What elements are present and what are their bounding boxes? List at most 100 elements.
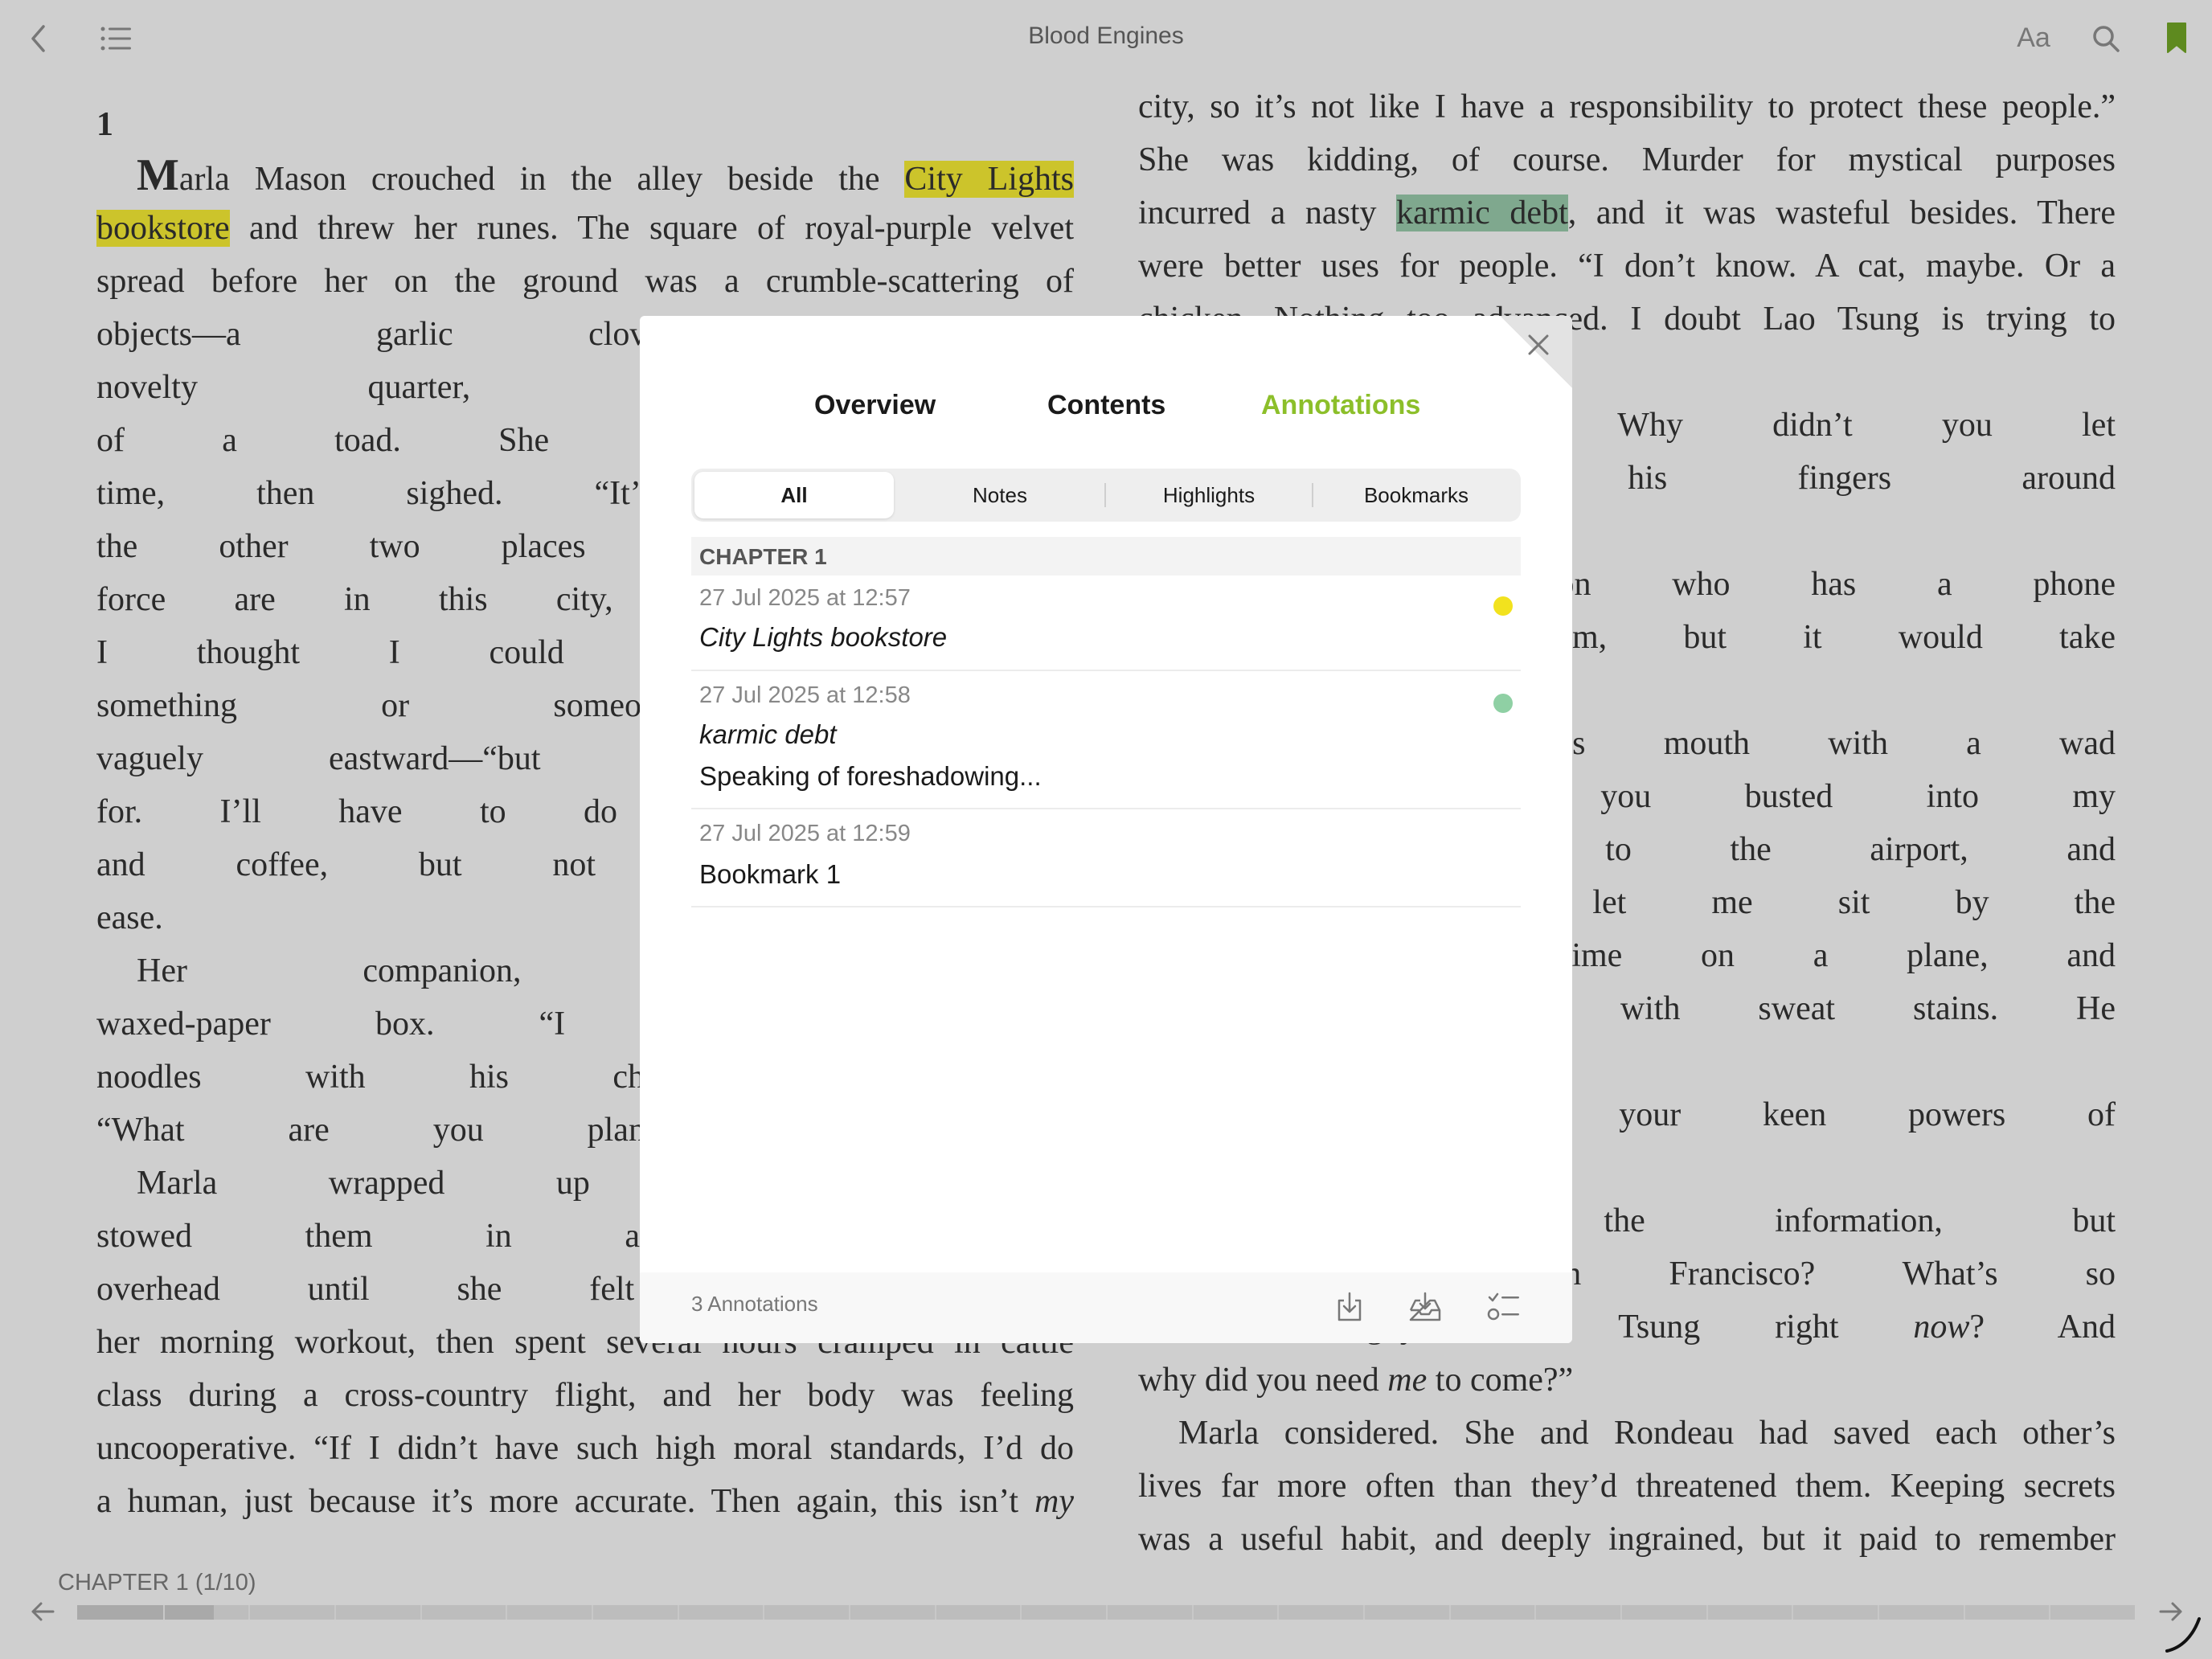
text-run: ? And — [1969, 1309, 2116, 1346]
chapter-number: 1 — [96, 106, 113, 143]
page-scrubber[interactable] — [77, 1605, 2135, 1620]
scrubber-tick — [1448, 1605, 1451, 1620]
scrubber-tick — [1534, 1605, 1537, 1620]
text-line: She was kidding, of course. Murder for m… — [1138, 133, 2116, 186]
search-button[interactable] — [2088, 21, 2124, 56]
tab-overview[interactable]: Overview — [814, 390, 936, 421]
download-icon — [1337, 1292, 1362, 1321]
scrubber-tick — [506, 1605, 508, 1620]
chapter-section-header: CHAPTER 1 — [691, 537, 1521, 576]
scrubber-tick — [1277, 1605, 1280, 1620]
scrubber-tick — [162, 1605, 165, 1620]
popover-footer: 3 Annotations — [640, 1272, 1572, 1343]
scrubber-tick — [1020, 1605, 1022, 1620]
text-line: city, so it’s not like I have a responsi… — [1138, 80, 2116, 133]
chapter-progress-label: CHAPTER 1 (1/10) — [58, 1570, 256, 1596]
text-run: lives far more often than they’d threate… — [1138, 1468, 2116, 1505]
text-run: Marla considered. She and Rondeau had sa… — [1178, 1415, 2116, 1452]
filter-highlights[interactable]: Highlights — [1108, 472, 1310, 518]
text-line: why did you need me to come?” — [1138, 1354, 2116, 1407]
text-run: city, so it’s not like I have a responsi… — [1138, 88, 2116, 125]
inbox-download-icon — [1409, 1292, 1441, 1321]
text-run: , and it was wasteful besides. There — [1567, 195, 2116, 231]
tab-annotations[interactable]: Annotations — [1261, 390, 1420, 421]
scrubber-tick — [763, 1605, 765, 1620]
previous-page-button[interactable] — [29, 1600, 56, 1628]
text-run: were better uses for people. “I don’t kn… — [1138, 248, 2116, 285]
scrubber-tick — [1792, 1605, 1794, 1620]
annotation-item[interactable]: 27 Jul 2025 at 12:59 Bookmark 1 — [691, 809, 1521, 907]
filter-notes[interactable]: Notes — [899, 472, 1101, 518]
scrubber-tick — [1963, 1605, 1965, 1620]
text-run: was a useful habit, and deeply ingrained… — [1138, 1521, 2116, 1558]
highlight-color-dot — [1493, 694, 1513, 713]
bookmark-button[interactable] — [2162, 19, 2191, 56]
page-curl-icon[interactable] — [2164, 1616, 2202, 1654]
text-run: spread before her on the ground was a cr… — [96, 263, 1074, 300]
annotation-note-text: Speaking of foreshadowing... — [699, 761, 1042, 791]
highlight-color-dot — [1493, 596, 1513, 616]
import-button[interactable] — [1405, 1287, 1445, 1327]
text-run: to come?” — [1427, 1362, 1574, 1399]
scrubber-tick — [334, 1605, 336, 1620]
scrubber-tick — [934, 1605, 936, 1620]
scrubber-tick — [1706, 1605, 1708, 1620]
bookmark-label: Bookmark 1 — [699, 859, 842, 889]
segment-divider — [1312, 483, 1313, 507]
annotation-date: 27 Jul 2025 at 12:58 — [699, 682, 911, 708]
text-run: me — [1387, 1362, 1428, 1399]
annotation-item[interactable]: 27 Jul 2025 at 12:57 City Lights booksto… — [691, 576, 1521, 671]
scrubber-tick — [677, 1605, 679, 1620]
popover-tabs: Overview Contents Annotations — [640, 390, 1572, 430]
bookmark-filled-icon — [2167, 23, 2186, 53]
filter-bookmarks[interactable]: Bookmarks — [1315, 472, 1518, 518]
scrubber-thumb[interactable] — [77, 1605, 214, 1620]
text-run: ease. — [96, 899, 163, 936]
annotation-date: 27 Jul 2025 at 12:59 — [699, 821, 911, 846]
select-items-button[interactable] — [1484, 1287, 1524, 1327]
scrubber-tick — [1620, 1605, 1622, 1620]
text-run: class during a cross-country flight, and… — [96, 1377, 1074, 1414]
text-run: why did you need — [1138, 1362, 1388, 1399]
font-settings-button[interactable]: Aa — [2009, 19, 2058, 56]
text-line: Marla Mason crouched in the alley beside… — [96, 149, 1074, 202]
highlighted-text[interactable]: bookstore — [96, 210, 230, 247]
text-run: arla Mason crouched in the alley beside … — [178, 161, 905, 198]
text-line: was a useful habit, and deeply ingrained… — [1138, 1513, 2116, 1566]
text-line: bookstore and threw her runes. The squar… — [96, 202, 1074, 255]
text-run: now — [1913, 1309, 1970, 1346]
scrubber-tick — [2049, 1605, 2051, 1620]
text-line: incurred a nasty karmic debt, and it was… — [1138, 186, 2116, 240]
text-line: were better uses for people. “I don’t kn… — [1138, 240, 2116, 293]
annotations-popover: Overview Contents Annotations All Notes … — [640, 316, 1572, 1343]
annotation-filter-control: All Notes Highlights Bookmarks — [691, 469, 1521, 522]
highlighted-text[interactable]: City Lights — [904, 161, 1074, 198]
top-toolbar: Blood Engines Aa — [0, 0, 2212, 77]
scrubber-tick — [1106, 1605, 1108, 1620]
tab-contents[interactable]: Contents — [1047, 390, 1165, 421]
annotation-item[interactable]: 27 Jul 2025 at 12:58 karmic debt Speakin… — [691, 671, 1521, 809]
text-run: uncooperative. “If I didn’t have such hi… — [96, 1430, 1074, 1467]
scrubber-tick — [849, 1605, 850, 1620]
text-line: a human, just because it’s more accurate… — [96, 1475, 1074, 1528]
close-button[interactable] — [1522, 329, 1555, 361]
text-run: She was kidding, of course. Murder for m… — [1138, 141, 2116, 178]
annotation-highlight-text: City Lights bookstore — [699, 622, 948, 652]
arrow-left-icon — [31, 1602, 55, 1621]
book-title: Blood Engines — [1028, 23, 1184, 49]
highlighted-text[interactable]: karmic debt — [1396, 195, 1568, 231]
filter-all[interactable]: All — [694, 472, 894, 518]
scrubber-tick — [420, 1605, 422, 1620]
scrubber-tick — [1363, 1605, 1365, 1620]
scrubber-tick — [592, 1605, 593, 1620]
text-line: Marla considered. She and Rondeau had sa… — [1138, 1407, 2116, 1460]
annotation-highlight-text: karmic debt — [699, 719, 837, 749]
export-button[interactable] — [1329, 1287, 1370, 1327]
text-line: spread before her on the ground was a cr… — [96, 255, 1074, 308]
text-line: uncooperative. “If I didn’t have such hi… — [96, 1422, 1074, 1475]
close-icon — [1528, 334, 1549, 355]
search-icon — [2093, 26, 2120, 52]
segment-divider — [1104, 483, 1106, 507]
chapter-section-label: CHAPTER 1 — [699, 544, 827, 569]
scrubber-tick — [248, 1605, 251, 1620]
